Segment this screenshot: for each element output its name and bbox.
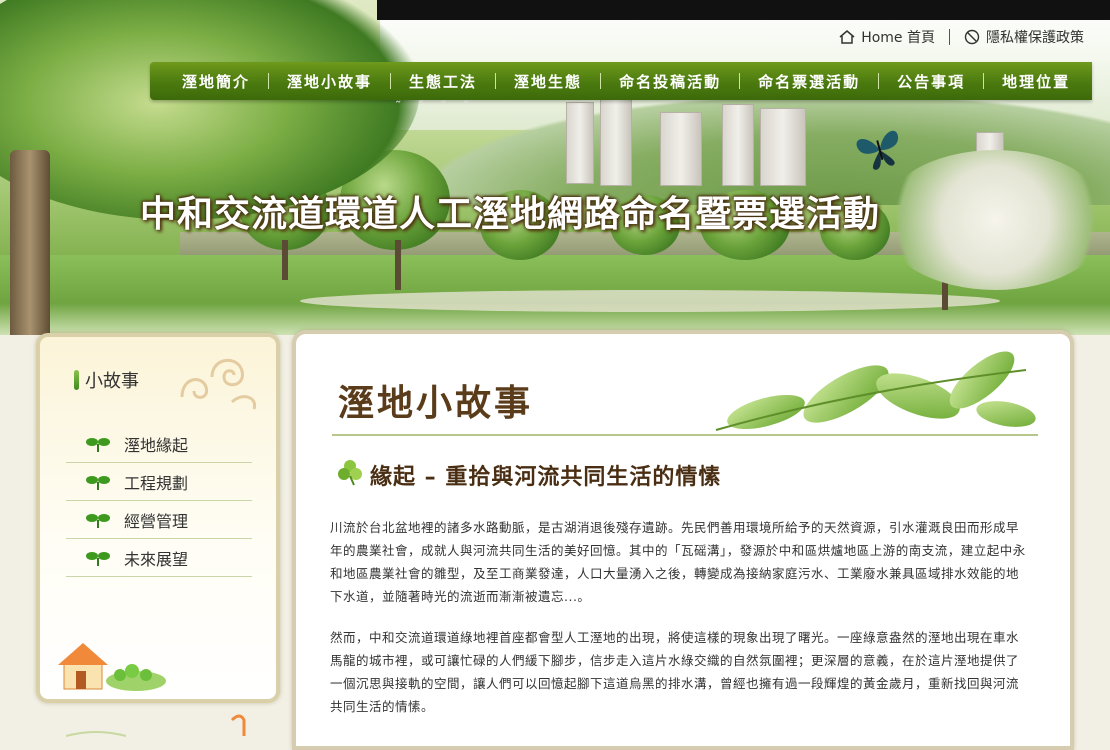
building	[760, 108, 806, 186]
banner-scene: ˜ ˜ ˜ ˜ 中和交流道環道人工溼地網路命名暨票選活動	[0, 0, 1110, 335]
big-tree-trunk	[10, 150, 50, 335]
clover-icon	[336, 458, 364, 492]
house-illustration-icon	[56, 637, 166, 693]
heading-bar-icon	[74, 370, 79, 390]
sidebar-item-label: 經營管理	[124, 511, 189, 531]
leaves-decoration-icon	[696, 350, 1036, 436]
sidebar-item-origin[interactable]: 溼地緣起	[66, 425, 252, 463]
nav-item-eco-engineering[interactable]: 生態工法	[391, 71, 495, 92]
nav-item-naming-submission[interactable]: 命名投稿活動	[601, 71, 739, 92]
banner-title: 中和交流道環道人工溼地網路命名暨票選活動	[140, 194, 881, 235]
sidebar-item-future-outlook[interactable]: 未來展望	[66, 539, 252, 577]
sidebar-bottom-decoration	[36, 710, 280, 740]
building	[660, 112, 702, 186]
sprout-icon	[86, 436, 110, 452]
birds-icon: ˜ ˜ ˜ ˜	[395, 100, 476, 115]
paragraph-origin: 川流於台北盆地裡的諸多水路動脈，是古湖消退後殘存遺跡。先民們善用環境所給予的天然…	[330, 520, 1026, 604]
sidebar-item-label: 工程規劃	[124, 473, 189, 493]
home-link-label: Home 首頁	[861, 30, 935, 46]
section-heading: 緣起 – 重拾與河流共同生活的情愫	[336, 458, 721, 492]
tree-trunk	[395, 240, 401, 290]
title-divider	[332, 434, 1038, 436]
home-link[interactable]: Home 首頁	[839, 27, 935, 47]
swirl-decoration-icon	[172, 347, 262, 417]
blossom-tree	[880, 150, 1110, 290]
tree-trunk	[282, 240, 288, 280]
sidebar-heading: 小故事	[74, 367, 139, 393]
nav-item-wetland-stories[interactable]: 溼地小故事	[269, 71, 390, 92]
sprout-icon	[86, 512, 110, 528]
sprout-icon	[86, 474, 110, 490]
sidebar-item-label: 未來展望	[124, 549, 189, 569]
sidebar-item-management[interactable]: 經營管理	[66, 501, 252, 539]
page-title: 溼地小故事	[338, 383, 534, 424]
top-black-bar	[377, 0, 1110, 20]
sidebar-menu: 溼地緣起 工程規劃 經營管理 未來展望	[66, 425, 252, 577]
sidebar-item-engineering-plan[interactable]: 工程規劃	[66, 463, 252, 501]
privacy-icon	[964, 29, 980, 45]
footpath	[300, 290, 1000, 312]
home-icon	[839, 30, 855, 44]
divider	[949, 29, 950, 45]
sidebar-heading-label: 小故事	[85, 371, 139, 392]
nav-item-wetland-intro[interactable]: 溼地簡介	[164, 71, 268, 92]
building	[600, 96, 632, 186]
top-links: Home 首頁 隱私權保護政策	[839, 27, 1084, 47]
sprout-icon	[86, 550, 110, 566]
nav-item-location[interactable]: 地理位置	[984, 71, 1088, 92]
section-heading-label: 緣起 – 重拾與河流共同生活的情愫	[370, 465, 722, 490]
privacy-link-label: 隱私權保護政策	[986, 30, 1084, 46]
nav-item-wetland-ecology[interactable]: 溼地生態	[496, 71, 600, 92]
paragraph-hope: 然而，中和交流道環道綠地裡首座都會型人工溼地的出現，將使這樣的現象出現了曙光。一…	[330, 630, 1020, 714]
sidebar: 小故事 溼地緣起 工程規劃 經營管理 未來展望	[36, 333, 280, 703]
content-panel: 溼地小故事 緣起 – 重拾與河流共同生活的情愫 川流於台北盆地裡的諸多水路動脈，…	[292, 330, 1074, 750]
nav-item-naming-vote[interactable]: 命名票選活動	[740, 71, 878, 92]
main-nav: 溼地簡介 溼地小故事 生態工法 溼地生態 命名投稿活動 命名票選活動 公告事項 …	[150, 62, 1092, 100]
sidebar-item-label: 溼地緣起	[124, 435, 189, 455]
nav-item-announcements[interactable]: 公告事項	[879, 71, 983, 92]
building	[566, 102, 594, 184]
building	[722, 104, 754, 186]
privacy-link[interactable]: 隱私權保護政策	[964, 27, 1084, 47]
